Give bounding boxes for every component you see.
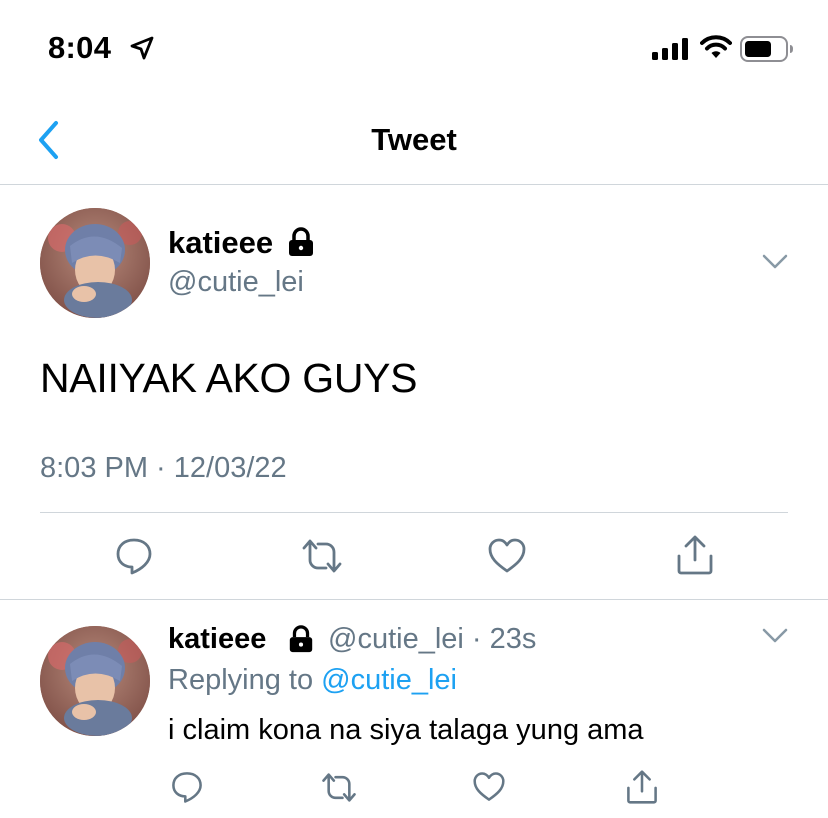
replying-to-user-link[interactable]: @cutie_lei — [321, 664, 457, 696]
page-title: Tweet — [371, 122, 457, 157]
share-icon[interactable] — [625, 769, 659, 805]
display-name[interactable]: katieee — [168, 623, 266, 656]
share-icon[interactable] — [675, 534, 715, 576]
chevron-down-icon[interactable] — [762, 254, 788, 270]
avatar[interactable] — [40, 626, 150, 736]
battery-icon — [740, 36, 794, 62]
retweet-icon[interactable] — [320, 772, 358, 803]
divider — [40, 512, 788, 513]
reply-icon[interactable] — [114, 536, 154, 576]
nav-divider — [0, 184, 828, 185]
status-time: 8:04 — [48, 30, 112, 65]
avatar[interactable] — [40, 208, 150, 318]
lock-icon — [287, 625, 315, 653]
replying-to: Replying to @cutie_lei — [168, 664, 457, 697]
wifi-icon — [700, 34, 732, 60]
tweet-timestamp: 8:03 PM · 12/03/22 — [40, 452, 287, 484]
tweet-text: NAIIYAK AKO GUYS — [40, 355, 418, 401]
replying-to-label: Replying to — [168, 664, 322, 696]
lock-icon — [286, 227, 316, 257]
like-icon[interactable] — [487, 537, 527, 575]
handle[interactable]: @cutie_lei — [168, 266, 304, 299]
cellular-signal-icon — [652, 38, 690, 60]
chevron-down-icon[interactable] — [762, 628, 788, 644]
tweet-text: i claim kona na siya talaga yung ama — [168, 714, 644, 746]
retweet-icon[interactable] — [300, 538, 344, 574]
location-arrow-icon — [130, 36, 154, 60]
display-name[interactable]: katieee — [168, 225, 273, 261]
like-icon[interactable] — [472, 771, 506, 803]
section-divider — [0, 599, 828, 600]
reply-icon[interactable] — [170, 770, 204, 804]
handle-and-time[interactable]: @cutie_lei · 23s — [328, 623, 536, 656]
